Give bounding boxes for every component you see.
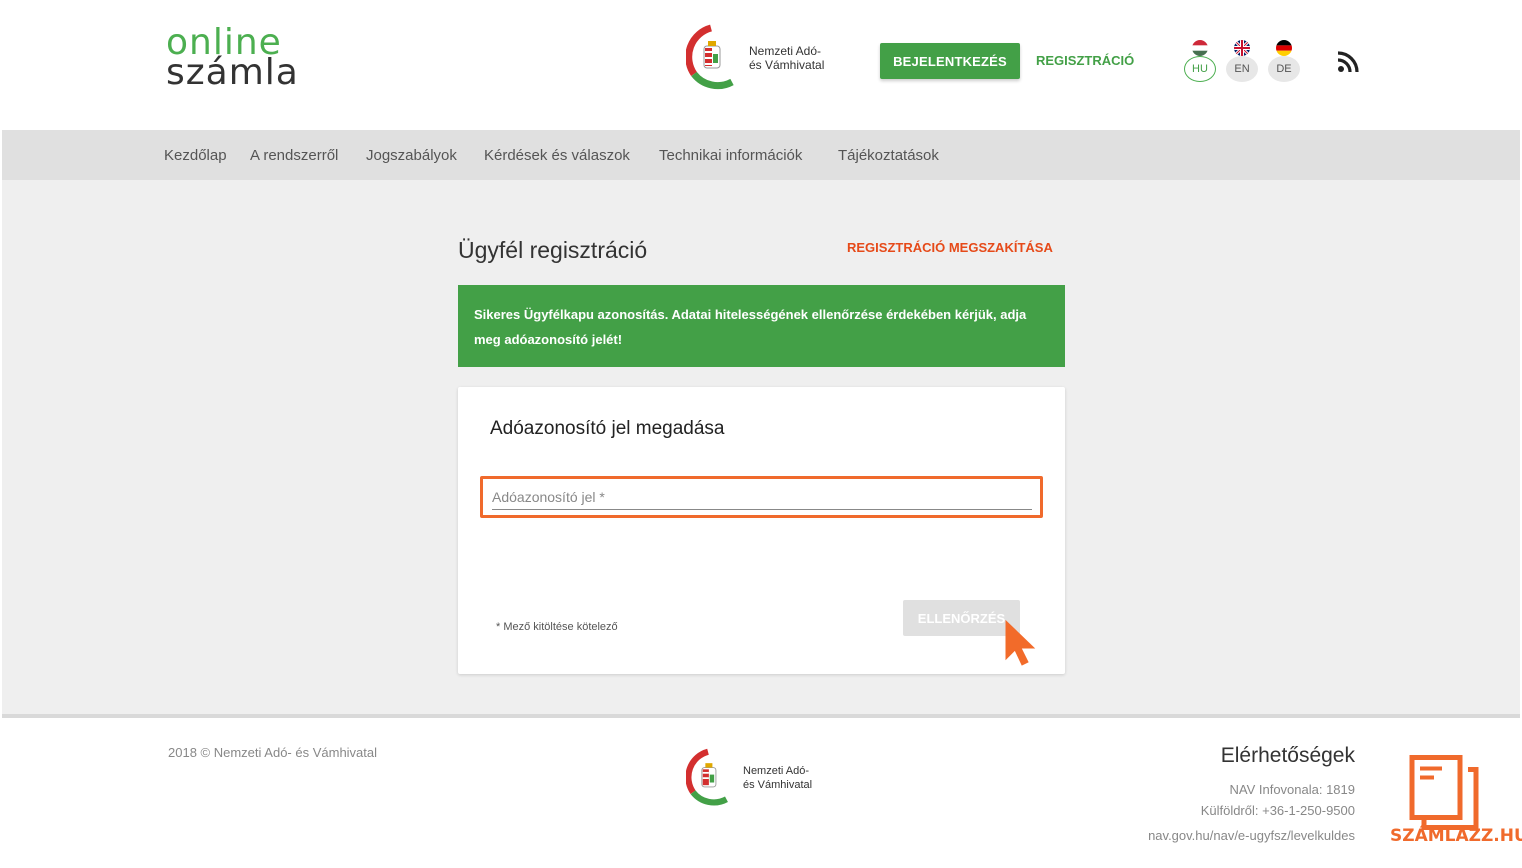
rss-icon[interactable]: [1336, 50, 1360, 74]
nav-item-home[interactable]: Kezdőlap: [164, 147, 227, 164]
login-button[interactable]: BEJELENTKEZÉS: [880, 43, 1020, 79]
footer-nav-name-line2: és Vámhivatal: [743, 779, 813, 791]
tax-id-card: Adóazonosító jel megadása * Mező kitölté…: [458, 387, 1065, 674]
lang-code: HU: [1184, 56, 1216, 82]
szamlazz-brand: SZÁMLÁZZ.HU: [1390, 826, 1522, 846]
uk-flag-icon: [1234, 40, 1250, 56]
footer-nav-name: Nemzeti Adó- és Vámhivatal: [743, 764, 812, 792]
nav-name-line2: és Vámhivatal: [749, 58, 825, 72]
footer-divider: [2, 714, 1520, 718]
nav-item-about[interactable]: A rendszerről: [250, 147, 338, 164]
online-szamla-logo[interactable]: online számla: [166, 25, 316, 98]
lang-code: EN: [1226, 56, 1258, 82]
nav-logo: Nemzeti Adó- és Vámhivatal: [686, 24, 846, 94]
contact-infoline: NAV Infovonala: 1819: [1229, 782, 1355, 797]
nav-name: Nemzeti Adó- és Vámhivatal: [749, 44, 824, 72]
nav-item-notices[interactable]: Tájékoztatások: [838, 147, 939, 164]
main-navbar: Kezdőlap A rendszerről Jogszabályok Kérd…: [2, 130, 1520, 180]
mouse-cursor-icon: [1005, 619, 1036, 666]
footer-nav-name-line1: Nemzeti Adó-: [743, 765, 810, 777]
contact-link[interactable]: nav.gov.hu/nav/e-ugyfsz/levelkuldes: [1148, 828, 1355, 843]
header: online számla Nemzeti Adó- és Vámhivatal…: [0, 0, 1522, 130]
germany-flag-icon: [1276, 40, 1292, 56]
contact-abroad: Külföldről: +36-1-250-9500: [1200, 803, 1355, 818]
tax-id-input[interactable]: [492, 484, 1032, 510]
nav-item-faq[interactable]: Kérdések és válaszok: [484, 147, 630, 164]
lang-hu-button[interactable]: HU: [1184, 40, 1216, 85]
required-note: * Mező kitöltése kötelező: [496, 621, 618, 633]
card-title: Adóazonosító jel megadása: [490, 418, 725, 439]
main-content: Ügyfél regisztráció REGISZTRÁCIÓ MEGSZAK…: [2, 180, 1520, 715]
lang-code: DE: [1268, 56, 1300, 82]
nav-item-legislation[interactable]: Jogszabályok: [366, 147, 457, 164]
nav-crest-icon: [686, 748, 728, 806]
lang-de-button[interactable]: DE: [1268, 40, 1300, 85]
page-title: Ügyfél regisztráció: [458, 237, 648, 263]
hungary-flag-icon: [1192, 40, 1208, 56]
tax-id-highlight: [480, 476, 1043, 518]
nav-crest-icon: [686, 24, 734, 90]
check-button[interactable]: ELLENŐRZÉS: [903, 600, 1020, 636]
register-link[interactable]: REGISZTRÁCIÓ: [1036, 53, 1134, 68]
success-alert: Sikeres Ügyfélkapu azonosítás. Adatai hi…: [458, 285, 1065, 367]
contacts-title: Elérhetőségek: [1220, 744, 1355, 767]
nav-name-line1: Nemzeti Adó-: [749, 44, 822, 58]
copyright: 2018 © Nemzeti Adó- és Vámhivatal: [168, 745, 378, 760]
nav-item-technical[interactable]: Technikai információk: [659, 147, 802, 164]
footer-nav-logo: Nemzeti Adó- és Vámhivatal: [686, 748, 846, 812]
lang-en-button[interactable]: EN: [1226, 40, 1258, 85]
logo-line2: számla: [166, 52, 299, 93]
cancel-registration-link[interactable]: REGISZTRÁCIÓ MEGSZAKÍTÁSA: [847, 240, 1053, 255]
